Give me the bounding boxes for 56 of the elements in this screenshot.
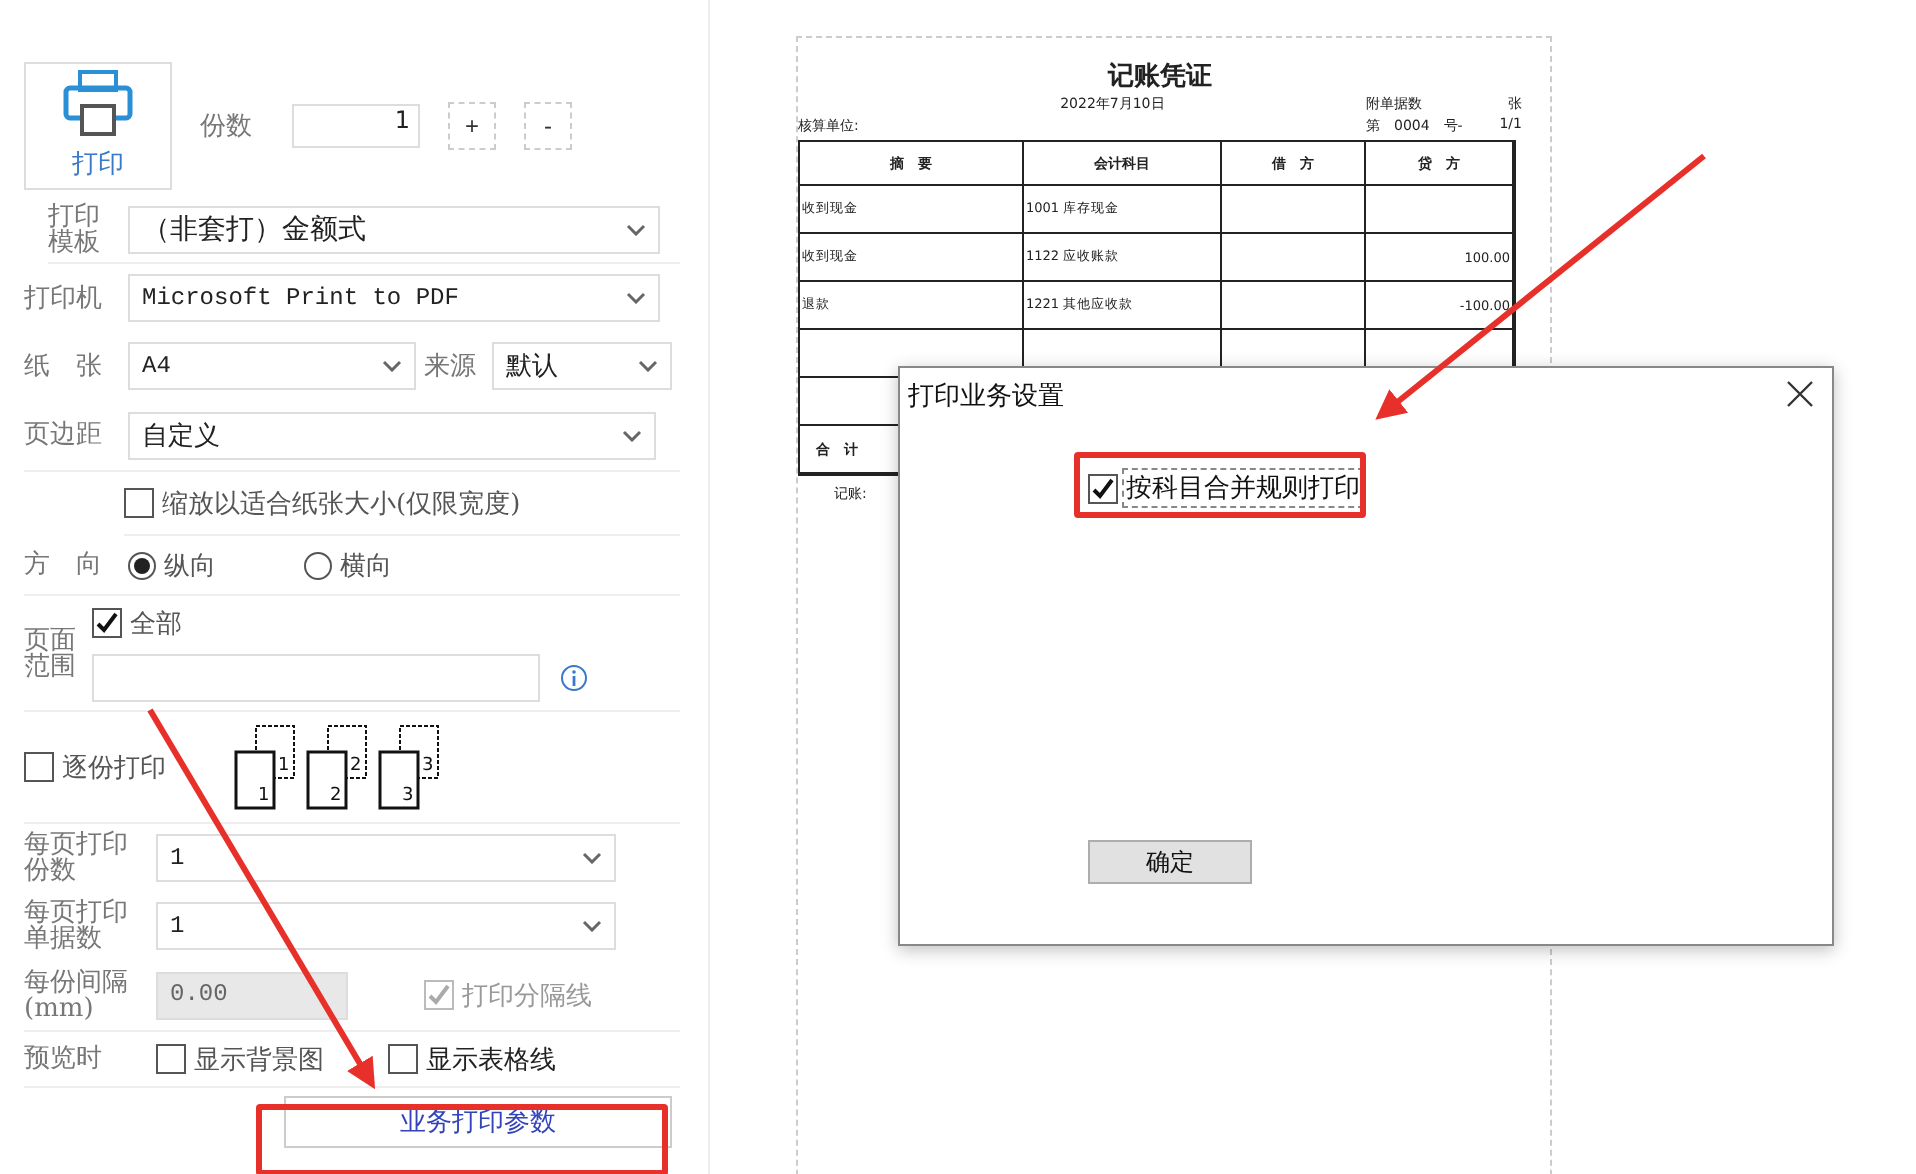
checkbox-label: 按科目合并规则打印 — [1122, 468, 1364, 508]
paper-select[interactable]: A4 — [128, 342, 416, 390]
increment-button[interactable]: + — [448, 102, 496, 150]
vouchers-per-page-select[interactable]: 1 — [156, 902, 616, 950]
page-range-field[interactable] — [92, 653, 540, 701]
radio-label: 纵向 — [164, 549, 216, 583]
margin-select[interactable]: 自定义 — [128, 411, 656, 459]
field-label: 预览时 — [24, 1046, 104, 1072]
chevron-down-icon — [382, 360, 402, 372]
decrement-button[interactable]: - — [524, 102, 572, 150]
field-label: 来源 — [424, 353, 478, 379]
radio-button[interactable] — [304, 551, 332, 579]
checkbox[interactable] — [92, 608, 122, 638]
chevron-down-icon — [626, 292, 646, 304]
table-cell — [1222, 186, 1366, 234]
field-label: 页面范围 — [24, 627, 78, 679]
copies-field[interactable]: 1 — [292, 104, 420, 148]
radio-label: 横向 — [340, 549, 392, 583]
checkbox-label: 显示背景图 — [194, 1043, 324, 1077]
chevron-down-icon — [626, 223, 646, 235]
checkbox[interactable] — [24, 752, 54, 782]
print-button[interactable]: 打印 — [24, 62, 172, 190]
close-button[interactable] — [1784, 380, 1816, 412]
chevron-down-icon — [638, 360, 658, 372]
voucher-title: 记账凭证 — [1108, 60, 1212, 94]
checkbox-label: 全部 — [130, 607, 182, 641]
field-label: 方 向 — [24, 552, 104, 578]
field-label: 打印机 — [24, 285, 104, 311]
dialog-title: 打印业务设置 — [908, 380, 1064, 414]
field-label: 份数 — [200, 113, 254, 139]
info-icon — [560, 663, 588, 691]
checkbox[interactable] — [124, 488, 154, 518]
checkbox-label: 缩放以适合纸张大小(仅限宽度) — [162, 487, 521, 521]
source-select[interactable]: 默认 — [492, 342, 672, 390]
field-label: 每份间隔(mm) — [24, 969, 130, 1021]
radio-button[interactable] — [128, 551, 156, 579]
printer-icon — [62, 70, 134, 138]
field-label: 每页打印单据数 — [24, 900, 130, 952]
printer-select[interactable]: Microsoft Print to PDF — [128, 274, 660, 322]
checkbox[interactable] — [156, 1044, 186, 1074]
checkbox-label: 打印分隔线 — [462, 979, 592, 1013]
chevron-down-icon — [582, 920, 602, 932]
chevron-down-icon — [582, 852, 602, 864]
table-cell — [1222, 234, 1366, 282]
ok-button[interactable]: 确定 — [1088, 840, 1252, 884]
field-label: 每页打印份数 — [24, 832, 130, 884]
field-label: 纸 张 — [24, 353, 104, 379]
checkbox[interactable] — [1088, 473, 1118, 503]
checkbox[interactable] — [388, 1044, 418, 1074]
template-select[interactable]: （非套打）金额式 — [128, 205, 660, 253]
checkbox-label: 显示表格线 — [426, 1043, 556, 1077]
copies-per-page-select[interactable]: 1 — [156, 834, 616, 882]
checkbox-label: 逐份打印 — [62, 751, 168, 785]
field-label: 页边距 — [24, 422, 104, 448]
field-label: 打印模板 — [48, 203, 102, 255]
chevron-down-icon — [622, 429, 642, 441]
